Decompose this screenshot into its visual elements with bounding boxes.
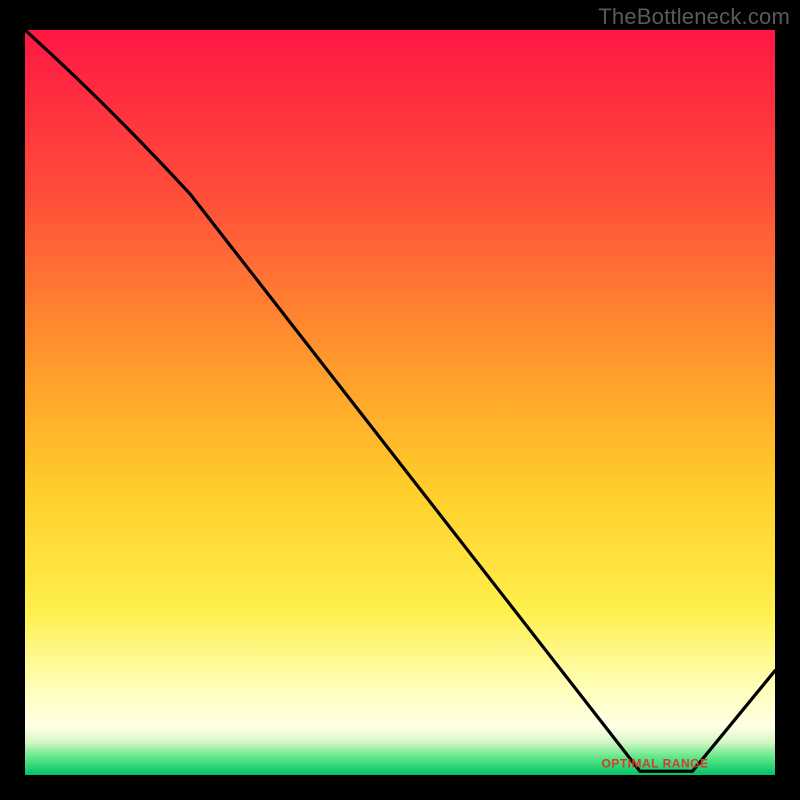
plot-area: OPTIMAL RANGE — [25, 30, 775, 775]
chart-container: TheBottleneck.com OPTIMAL RANGE — [0, 0, 800, 800]
gradient-background — [25, 30, 775, 775]
chart-svg: OPTIMAL RANGE — [25, 30, 775, 775]
optimal-range-label: OPTIMAL RANGE — [602, 756, 709, 770]
attribution-label: TheBottleneck.com — [598, 4, 790, 30]
